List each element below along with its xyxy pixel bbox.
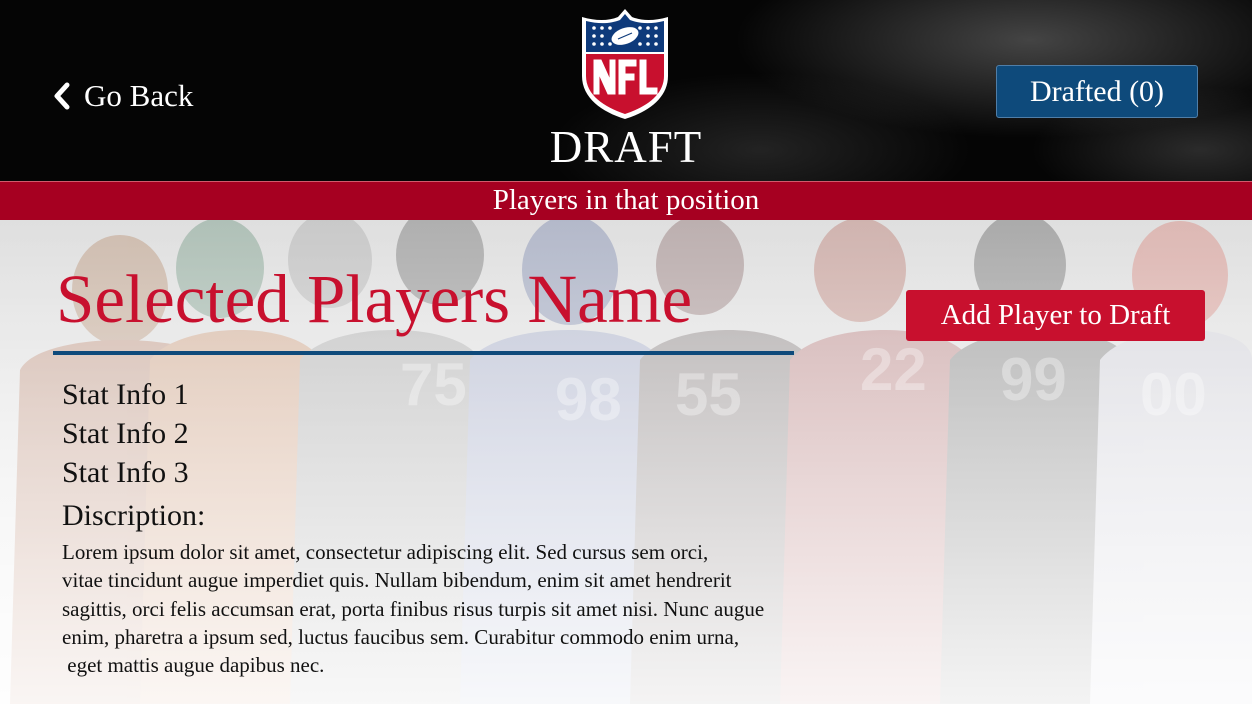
go-back-label: Go Back	[84, 78, 194, 113]
chevron-left-icon	[54, 82, 70, 110]
description-text: Lorem ipsum dolor sit amet, consectetur …	[62, 538, 862, 679]
header: Go Back DRAFT Drafted (0)	[0, 0, 1252, 181]
description-line: enim, pharetra a ipsum sed, luctus fauci…	[62, 624, 740, 649]
player-name: Selected Players Name	[56, 261, 693, 337]
description-line: Lorem ipsum dolor sit amet, consectetur …	[62, 540, 709, 564]
description-line: sagittis, orci felis accumsan erat, port…	[62, 596, 765, 621]
nfl-shield-logo	[582, 9, 668, 119]
stat-info-1: Stat Info 1	[62, 378, 189, 411]
description-label: Discription:	[62, 499, 206, 532]
stat-info-3: Stat Info 3	[62, 456, 189, 489]
drafted-button[interactable]: Drafted (0)	[996, 65, 1198, 118]
description-line: eget mattis augue dapibus nec.	[62, 653, 325, 678]
stat-info-2: Stat Info 2	[62, 417, 189, 450]
go-back-button[interactable]: Go Back	[52, 78, 193, 114]
name-divider	[53, 351, 794, 355]
draft-title: DRAFT	[549, 122, 703, 172]
add-player-to-draft-button[interactable]: Add Player to Draft	[906, 290, 1205, 341]
position-bar: Players in that position	[0, 181, 1252, 220]
description-line: vitae tincidunt augue imperdiet quis. Nu…	[62, 568, 732, 593]
